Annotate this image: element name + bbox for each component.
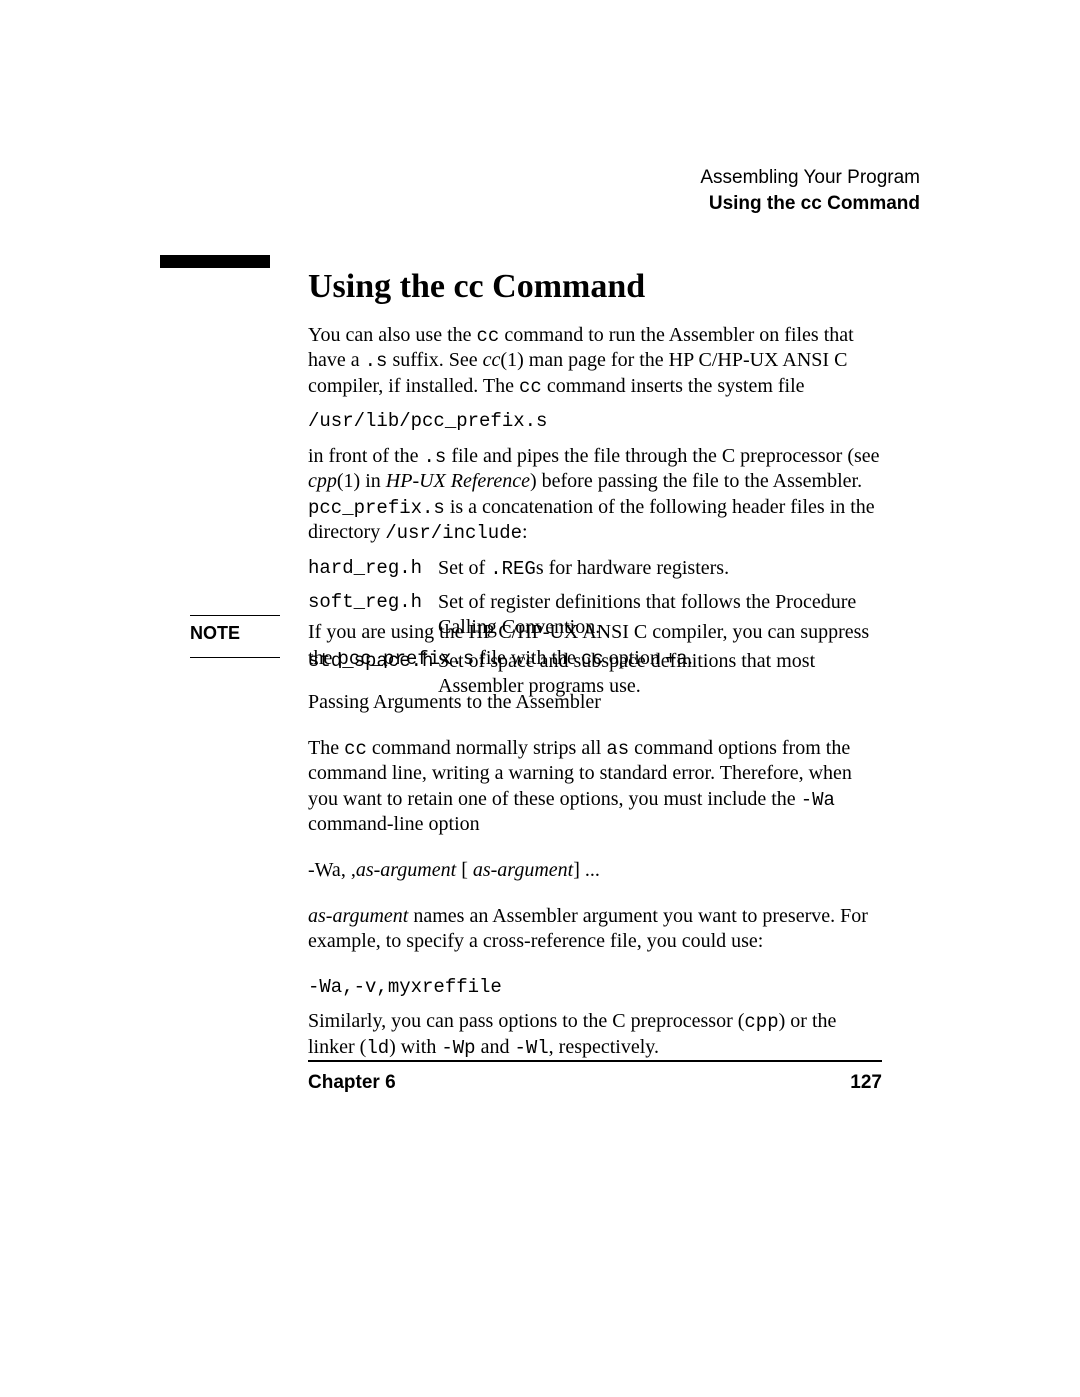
footer-page-number: 127 xyxy=(850,1072,882,1094)
text: [ xyxy=(456,859,473,881)
page: Assembling Your Program Using the cc Com… xyxy=(0,0,1080,1397)
text: : xyxy=(522,521,528,543)
subsection: Passing Arguments to the Assembler The c… xyxy=(308,680,882,1080)
paragraph: as-argument names an Assembler argument … xyxy=(308,904,882,955)
text: s for hardware registers. xyxy=(536,557,729,579)
note-rule xyxy=(190,657,280,658)
text: command normally strips all xyxy=(367,737,606,759)
inline-code: cpp xyxy=(744,1011,778,1033)
text: in front of the xyxy=(308,445,424,467)
running-head-chapter: Assembling Your Program xyxy=(700,165,920,191)
text: Similarly, you can pass options to the C… xyxy=(308,1010,744,1032)
definition-term: hard_reg.h xyxy=(308,556,438,582)
text: You can also use the xyxy=(308,324,477,346)
footer-chapter: Chapter 6 xyxy=(308,1072,396,1094)
note-label: NOTE xyxy=(190,623,240,644)
section-marker-bar xyxy=(160,255,270,268)
text: ) with xyxy=(389,1036,441,1058)
section-title: Using the cc Command xyxy=(308,265,882,309)
text: command inserts the system file xyxy=(542,375,805,397)
running-head: Assembling Your Program Using the cc Com… xyxy=(700,165,920,216)
inline-code: cc xyxy=(477,325,500,347)
inline-code: cc xyxy=(581,648,604,670)
code-block: -Wa,-v,myxreffile xyxy=(308,975,882,999)
code-block: /usr/lib/pcc_prefix.s xyxy=(308,409,882,433)
text: . xyxy=(688,647,693,669)
text: (1) in xyxy=(337,470,386,492)
text: suffix. See xyxy=(387,349,482,371)
emphasis: as-argument xyxy=(308,905,408,927)
inline-code: ld xyxy=(366,1037,389,1059)
emphasis: as-argument xyxy=(356,859,456,881)
running-head-section: Using the cc Command xyxy=(700,191,920,217)
inline-code: as xyxy=(606,738,629,760)
text: file and pipes the file through the C pr… xyxy=(446,445,879,467)
emphasis: cpp xyxy=(308,470,337,492)
definition-desc: Set of .REGs for hardware registers. xyxy=(438,556,882,582)
note-body: If you are using the HP C/HP-UX ANSI C c… xyxy=(308,620,882,671)
footer-rule xyxy=(308,1060,882,1062)
inline-code: cc xyxy=(519,376,542,398)
inline-code: cc xyxy=(344,738,367,760)
text: and xyxy=(476,1036,515,1058)
text: ] ... xyxy=(573,859,600,881)
emphasis: HP-UX Reference xyxy=(386,470,530,492)
text: , respectively. xyxy=(549,1036,659,1058)
text: option xyxy=(604,647,665,669)
page-footer: Chapter 6 127 xyxy=(308,1072,882,1094)
emphasis: cc xyxy=(483,349,501,371)
definition-row: hard_reg.h Set of .REGs for hardware reg… xyxy=(308,556,882,582)
emphasis: as-argument xyxy=(473,859,573,881)
text: file with the xyxy=(474,647,581,669)
paragraph: The cc command normally strips all as co… xyxy=(308,736,882,838)
paragraph: You can also use the cc command to run t… xyxy=(308,323,882,400)
text: The xyxy=(308,737,344,759)
inline-code: pcc_prefix.s xyxy=(337,648,474,670)
inline-code: .s xyxy=(424,446,447,468)
paragraph: in front of the .s file and pipes the fi… xyxy=(308,444,882,546)
subsection-title: Passing Arguments to the Assembler xyxy=(308,690,882,716)
text: Set of xyxy=(438,557,490,579)
syntax-line: -Wa, ,as-argument [ as-argument] ... xyxy=(308,858,882,884)
note-rule xyxy=(190,615,280,616)
inline-code: pcc_prefix.s xyxy=(308,497,445,519)
inline-code: -Wp xyxy=(441,1037,475,1059)
inline-code: +a xyxy=(665,648,688,670)
inline-code: -Wa xyxy=(801,789,835,811)
inline-code: -Wl xyxy=(514,1037,548,1059)
text: -Wa, , xyxy=(308,859,356,881)
text: ) before passing the file to the Assembl… xyxy=(530,470,862,492)
inline-code: .s xyxy=(365,350,388,372)
inline-code: .REG xyxy=(490,558,536,580)
text: command-line option xyxy=(308,813,480,835)
inline-code: /usr/include xyxy=(385,522,522,544)
paragraph: Similarly, you can pass options to the C… xyxy=(308,1009,882,1060)
